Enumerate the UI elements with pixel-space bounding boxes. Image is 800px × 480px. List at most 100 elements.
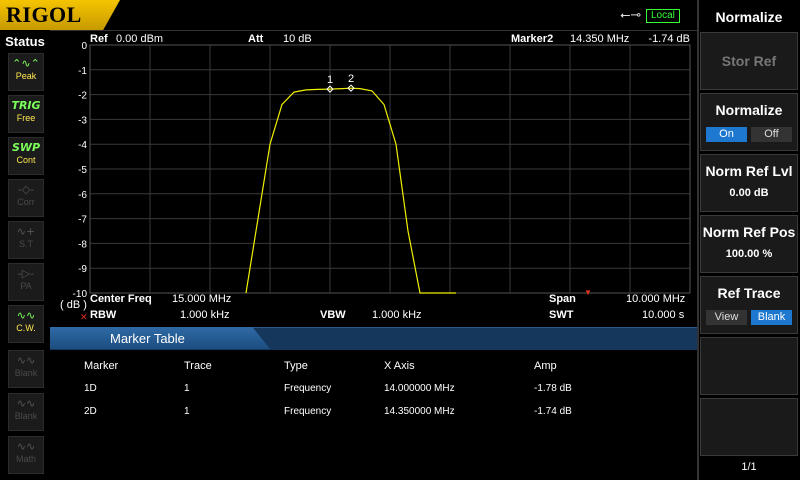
vbw-label[interactable]: VBW xyxy=(320,309,346,321)
y-tick-label: -6 xyxy=(78,190,87,201)
status-trigger[interactable]: TRIG Free xyxy=(8,95,44,133)
cw-icon: ∿∿ xyxy=(16,309,36,322)
col-header-type: Type xyxy=(284,360,308,372)
cell-trace: 1 xyxy=(184,383,190,394)
span-value[interactable]: 10.000 MHz xyxy=(626,293,685,305)
swt-label[interactable]: SWT xyxy=(549,309,573,321)
center-freq-label[interactable]: Center Freq xyxy=(90,293,152,305)
y-tick-label: -4 xyxy=(78,140,87,151)
cell-marker: 1D xyxy=(84,383,97,394)
status-title: Status xyxy=(5,34,45,49)
status-label: C.W. xyxy=(16,323,36,333)
status-blank-2[interactable]: ∿∿ Blank xyxy=(8,393,44,431)
corr-icon: -◇- xyxy=(17,183,35,196)
status-blank-1[interactable]: ∿∿ Blank xyxy=(8,350,44,388)
ref-pos-icon: ✕ xyxy=(80,312,88,322)
status-peak[interactable]: ⌃∿⌃ Peak xyxy=(8,53,44,91)
softkey-label: Normalize xyxy=(715,102,783,118)
status-label: PA xyxy=(20,281,32,291)
marker-readout-label: Marker2 xyxy=(511,33,553,45)
cell-amp: -1.74 dB xyxy=(534,406,572,417)
menu-title: Normalize xyxy=(715,9,783,25)
y-tick-label: -1 xyxy=(78,66,87,77)
status-pa[interactable]: -▷- PA xyxy=(8,263,44,301)
status-label: Corr xyxy=(17,197,35,207)
brand-text: RIGOL xyxy=(6,2,82,27)
y-tick-label: -9 xyxy=(78,264,87,275)
rbw-label[interactable]: RBW xyxy=(90,309,116,321)
softkey-label: Ref Trace xyxy=(717,285,781,301)
pa-icon: -▷- xyxy=(17,267,35,280)
marker-label: 1 xyxy=(327,74,333,86)
softkey-label: Norm Ref Lvl xyxy=(705,163,793,179)
rigol-logo: RIGOL xyxy=(0,0,120,30)
col-header-trace: Trace xyxy=(184,360,212,372)
softkey-ref-trace[interactable]: Ref Trace View Blank xyxy=(700,276,798,334)
cell-xaxis: 14.350000 MHz xyxy=(384,406,455,417)
span-label[interactable]: Span xyxy=(549,293,576,305)
swp-icon: SWP xyxy=(11,141,41,154)
toggle-blank[interactable]: Blank xyxy=(751,310,792,325)
status-label: Cont xyxy=(16,155,36,165)
status-math[interactable]: ∿∿ Math xyxy=(8,436,44,474)
swt-value[interactable]: 10.000 s xyxy=(642,309,684,321)
softkey-norm-ref-pos[interactable]: Norm Ref Pos 100.00 % xyxy=(700,215,798,273)
usb-icon: ⭠⊸ xyxy=(620,8,642,23)
toggle-view[interactable]: View xyxy=(706,310,747,325)
marker-table xyxy=(50,350,697,480)
col-header-xaxis: X Axis xyxy=(384,360,415,372)
cell-amp: -1.78 dB xyxy=(534,383,572,394)
cell-trace: 1 xyxy=(184,406,190,417)
center-marker-icon: ▼ xyxy=(584,288,592,297)
status-sweep[interactable]: SWP Cont xyxy=(8,137,44,175)
softkey-value: 100.00 % xyxy=(725,248,773,260)
softkey-empty-1[interactable] xyxy=(700,337,798,395)
toggle-off[interactable]: Off xyxy=(751,127,792,142)
status-corr[interactable]: -◇- Corr xyxy=(8,179,44,217)
y-tick-labels: 0-1-2-3-4-5-6-7-8-9-10 xyxy=(73,41,88,300)
softkey-normalize[interactable]: Normalize On Off xyxy=(700,93,798,151)
softkey-stor-ref[interactable]: Stor Ref xyxy=(700,32,798,90)
math-icon: ∿∿ xyxy=(16,440,36,453)
graph-grid xyxy=(89,44,691,294)
remote-status-badge[interactable]: Local xyxy=(646,9,680,23)
col-header-amp: Amp xyxy=(534,360,557,372)
cell-type: Frequency xyxy=(284,383,332,394)
blank-icon: ∿∿ xyxy=(16,397,36,410)
blank-icon: ∿∿ xyxy=(16,354,36,367)
y-tick-label: -8 xyxy=(78,239,87,250)
softkey-empty-2[interactable] xyxy=(700,398,798,456)
toggle-on[interactable]: On xyxy=(706,127,747,142)
y-tick-label: -5 xyxy=(78,165,87,176)
unit-label: ( dB ) xyxy=(60,299,87,311)
status-label: Blank xyxy=(14,411,38,421)
peak-icon: ⌃∿⌃ xyxy=(12,57,40,70)
status-label: Math xyxy=(15,454,36,464)
menu-page-indicator: 1/1 xyxy=(741,461,757,473)
y-tick-label: -7 xyxy=(78,215,87,226)
softkey-label: Stor Ref xyxy=(721,53,777,69)
status-label: S.T xyxy=(18,239,33,249)
softkey-label: Norm Ref Pos xyxy=(702,224,796,240)
status-label: Free xyxy=(16,113,36,123)
ref-label: Ref xyxy=(90,33,108,45)
center-freq-value[interactable]: 15.000 MHz xyxy=(172,293,231,305)
softkey-norm-ref-lvl[interactable]: Norm Ref Lvl 0.00 dB xyxy=(700,154,798,212)
y-tick-label: -2 xyxy=(78,91,87,102)
softkey-value: 0.00 dB xyxy=(729,187,769,199)
marker-readout-freq: 14.350 MHz xyxy=(570,33,629,45)
status-cw[interactable]: ∿∿ C.W. xyxy=(8,305,44,343)
y-tick-label: 0 xyxy=(81,41,87,52)
y-tick-label: -3 xyxy=(78,115,87,126)
vbw-value[interactable]: 1.000 kHz xyxy=(372,309,422,321)
spectrum-graph[interactable]: 0-1-2-3-4-5-6-7-8-9-10 12 Ref 0.00 dBm A… xyxy=(50,30,697,330)
status-label: Blank xyxy=(14,368,38,378)
trig-icon: TRIG xyxy=(11,99,41,112)
col-header-marker: Marker xyxy=(84,360,119,372)
rbw-value[interactable]: 1.000 kHz xyxy=(180,309,230,321)
marker-readout-amp: -1.74 dB xyxy=(648,33,690,45)
status-label: Peak xyxy=(15,71,37,81)
marker-table-title: Marker Table xyxy=(110,331,185,346)
status-st[interactable]: ∿+ S.T xyxy=(8,221,44,259)
att-label: Att xyxy=(248,33,264,45)
